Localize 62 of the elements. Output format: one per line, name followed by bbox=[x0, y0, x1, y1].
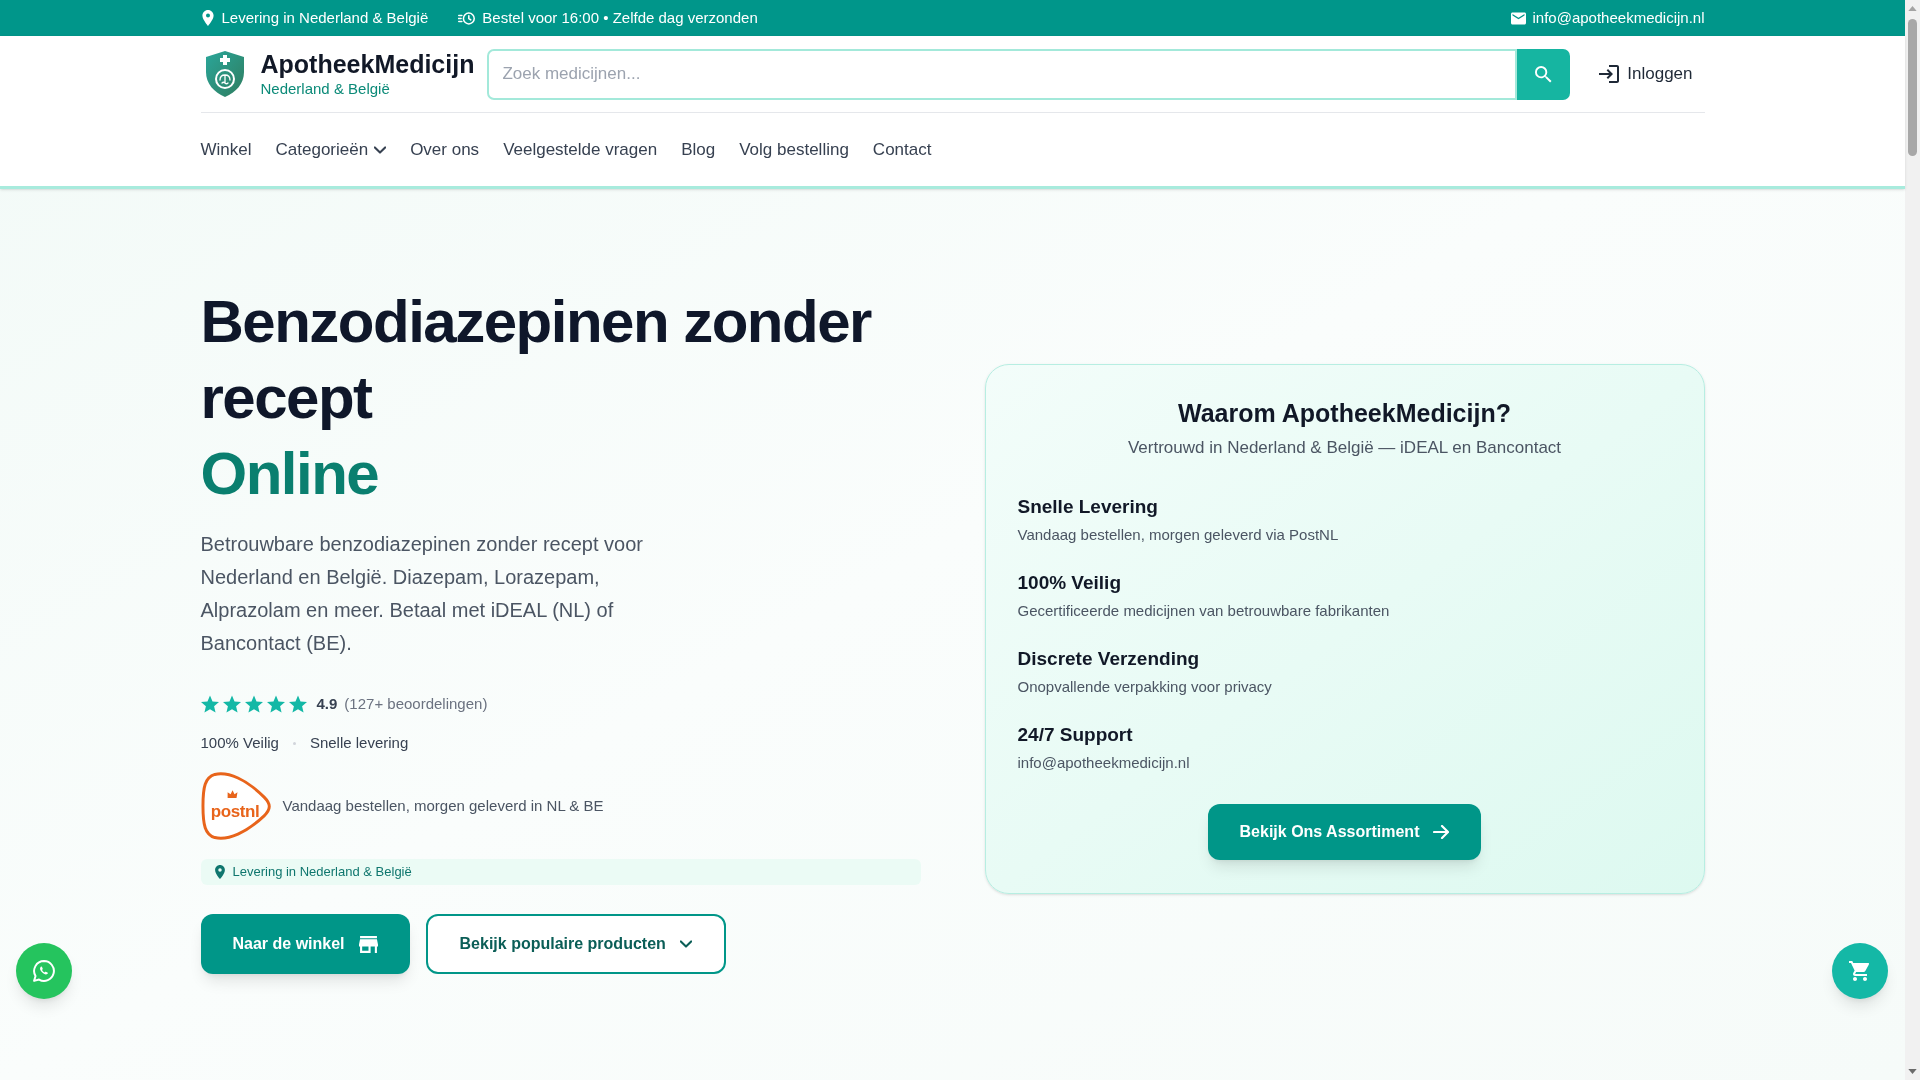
assortment-button[interactable]: Bekijk Ons Assortiment bbox=[1207, 804, 1482, 860]
card-subtitle: Vertrouwd in Nederland & België — iDEAL en Bancontact bbox=[1126, 437, 1563, 459]
star-icon bbox=[222, 695, 241, 713]
rating-score: 4.9 bbox=[316, 693, 338, 714]
rating-count: (127+ beoordelingen) bbox=[344, 693, 488, 714]
chat-button[interactable] bbox=[16, 943, 72, 999]
clock-icon bbox=[458, 10, 476, 26]
hero-title-accent: Online bbox=[200, 439, 380, 509]
search-icon bbox=[1535, 65, 1553, 83]
card-title: Waarom ApotheekMedicijn? bbox=[1177, 398, 1512, 429]
topbar-text: Levering in Nederland & België bbox=[221, 7, 429, 28]
login-button[interactable]: Inloggen bbox=[1587, 52, 1705, 96]
pin-icon bbox=[200, 10, 215, 26]
feature-title: 100% Veilig bbox=[1017, 571, 1121, 595]
up-triangle-icon[interactable] bbox=[1908, 6, 1917, 11]
region-note: Levering in Nederland & België bbox=[232, 863, 412, 882]
nav-link[interactable]: Volg bestelling bbox=[739, 136, 849, 163]
feature-title: Discrete Verzending bbox=[1017, 647, 1200, 671]
shield-logo-icon bbox=[203, 50, 246, 98]
nav-link[interactable]: Contact bbox=[872, 136, 932, 163]
site-name: ApotheekMedicijn bbox=[260, 49, 475, 79]
mail-icon bbox=[1510, 11, 1526, 25]
star-icon bbox=[244, 695, 263, 713]
cart-icon bbox=[1849, 961, 1871, 981]
chevron-down-icon bbox=[679, 940, 692, 948]
feature-title: Snelle Levering bbox=[1017, 495, 1158, 519]
carrier-logo: postnl bbox=[200, 771, 272, 841]
trust-label: Snelle levering bbox=[309, 732, 409, 753]
cart-button[interactable] bbox=[1832, 943, 1888, 999]
arrow-right-icon bbox=[1433, 825, 1450, 839]
hero-title: Benzodiazepinen zonder recept bbox=[200, 287, 873, 433]
feature-title: 24/7 Support bbox=[1017, 723, 1133, 747]
feature-text: info@apotheekmedicijn.nl bbox=[1017, 753, 1190, 773]
search-field[interactable]: Zoek medicijnen... bbox=[487, 48, 1518, 100]
down-triangle-icon[interactable] bbox=[1908, 1069, 1917, 1074]
feature-text: Onopvallende verpakking voor privacy bbox=[1017, 677, 1272, 697]
search-button[interactable] bbox=[1517, 48, 1571, 100]
chat-bubble-icon bbox=[33, 960, 55, 982]
nav-link[interactable]: Veelgestelde vragen bbox=[503, 136, 658, 163]
delivery-note: Vandaag bestellen, morgen geleverd in NL & BE bbox=[282, 795, 604, 816]
popular-products-button[interactable]: Bekijk populaire producten bbox=[425, 914, 726, 974]
trust-label: 100% Veilig bbox=[200, 732, 279, 753]
email-link[interactable]: info@apotheekmedicijn.nl bbox=[1532, 6, 1705, 30]
star-icon bbox=[266, 695, 285, 713]
topbar-text: Bestel voor 16:00 • Zelfde dag verzonden bbox=[482, 7, 758, 28]
shop-button[interactable]: Naar de winkel bbox=[200, 914, 410, 974]
store-icon bbox=[358, 935, 378, 953]
login-icon bbox=[1599, 64, 1620, 84]
scrollbar[interactable] bbox=[1905, 0, 1920, 1080]
nav-link[interactable]: Over ons bbox=[410, 136, 480, 163]
feature-text: Gecertificeerde medicijnen van betrouwbare fabrikanten bbox=[1017, 601, 1390, 621]
star-icon bbox=[288, 695, 307, 713]
pin-icon bbox=[213, 865, 226, 879]
star-icon bbox=[200, 695, 219, 713]
nav-link[interactable]: Blog bbox=[681, 136, 716, 163]
nav-link[interactable]: Winkel bbox=[200, 136, 252, 163]
scrollbar-thumb[interactable] bbox=[1908, 19, 1917, 156]
hero-description: Betrouwbare benzodiazepinen zonder recept voor Nederland en België. Diazepam, Lorazepam, Alprazolam en meer. Betaal met iDEAL (NL) of Bancontact (BE). bbox=[200, 532, 644, 656]
nav-link[interactable]: Categorieën bbox=[275, 136, 387, 163]
site-tagline: Nederland & België bbox=[260, 79, 391, 99]
feature-text: Vandaag bestellen, morgen geleverd via PostNL bbox=[1017, 525, 1339, 545]
chevron-down-icon bbox=[374, 145, 387, 154]
